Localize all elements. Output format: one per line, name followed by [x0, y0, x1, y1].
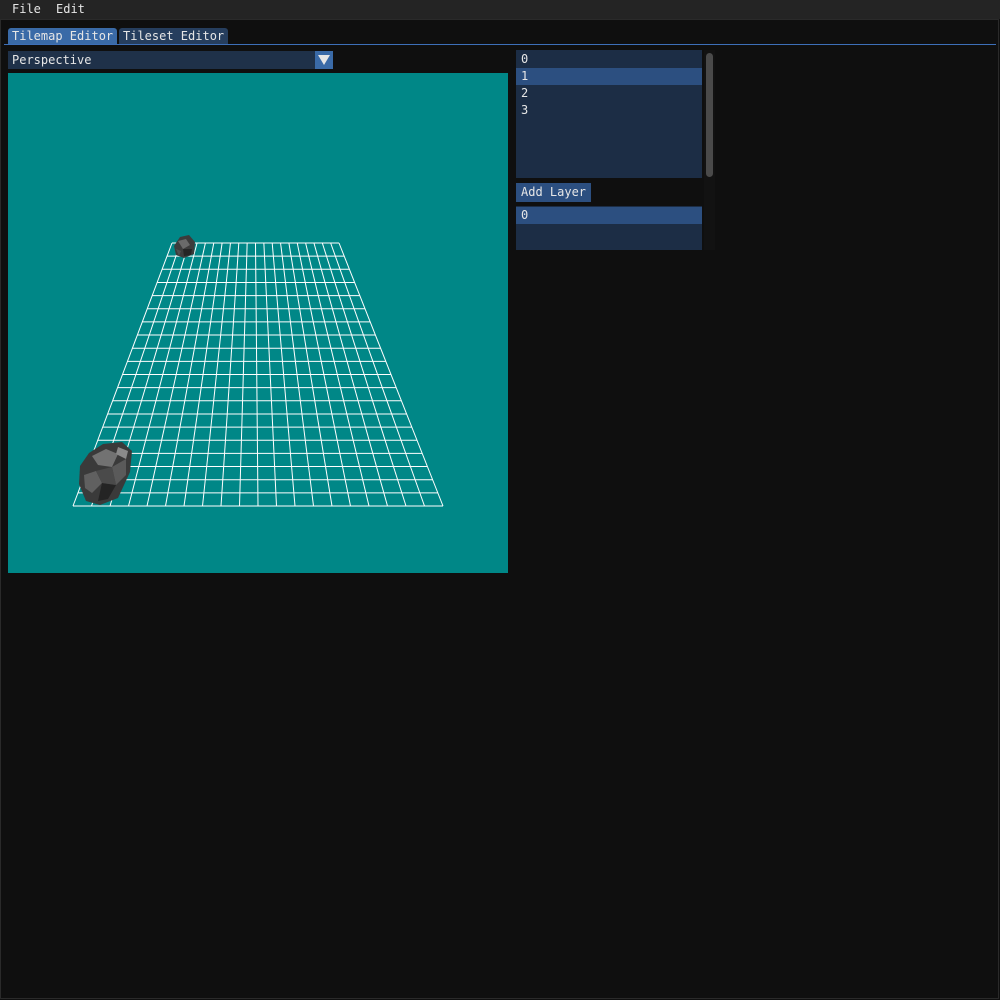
menu-file[interactable]: File: [8, 2, 45, 17]
menu-edit[interactable]: Edit: [52, 2, 89, 17]
triangle-down-icon: [318, 55, 330, 65]
tab-underline: [4, 44, 996, 45]
layer-item-0[interactable]: 0: [516, 51, 702, 68]
perspective-grid: [72, 235, 444, 507]
tab-tilemap-editor[interactable]: Tilemap Editor: [8, 28, 118, 45]
menu-bar: File Edit: [0, 0, 1000, 19]
rock-tile-near: [79, 442, 132, 505]
layer-item-2[interactable]: 2: [516, 85, 702, 102]
view-mode-value: Perspective: [12, 53, 92, 67]
combo-dropdown-button[interactable]: [315, 51, 333, 69]
layer-item-1[interactable]: 1: [516, 68, 702, 85]
tileset-list: 0: [516, 206, 702, 250]
scrollbar-thumb[interactable]: [706, 53, 713, 177]
layer-scrollbar[interactable]: [704, 50, 715, 250]
tileset-item-0[interactable]: 0: [516, 207, 702, 224]
rock-tile-far: [174, 235, 195, 258]
add-layer-button[interactable]: Add Layer: [516, 183, 592, 202]
tilemap-editor-window: File Edit Tilemap Editor Tileset Editor …: [0, 0, 1000, 1000]
scene-viewport[interactable]: [8, 73, 508, 573]
layer-list: 0 1 2 3: [516, 50, 702, 178]
tab-tileset-editor[interactable]: Tileset Editor: [119, 28, 229, 45]
layer-item-3[interactable]: 3: [516, 102, 702, 119]
view-mode-combo[interactable]: Perspective: [8, 51, 333, 69]
